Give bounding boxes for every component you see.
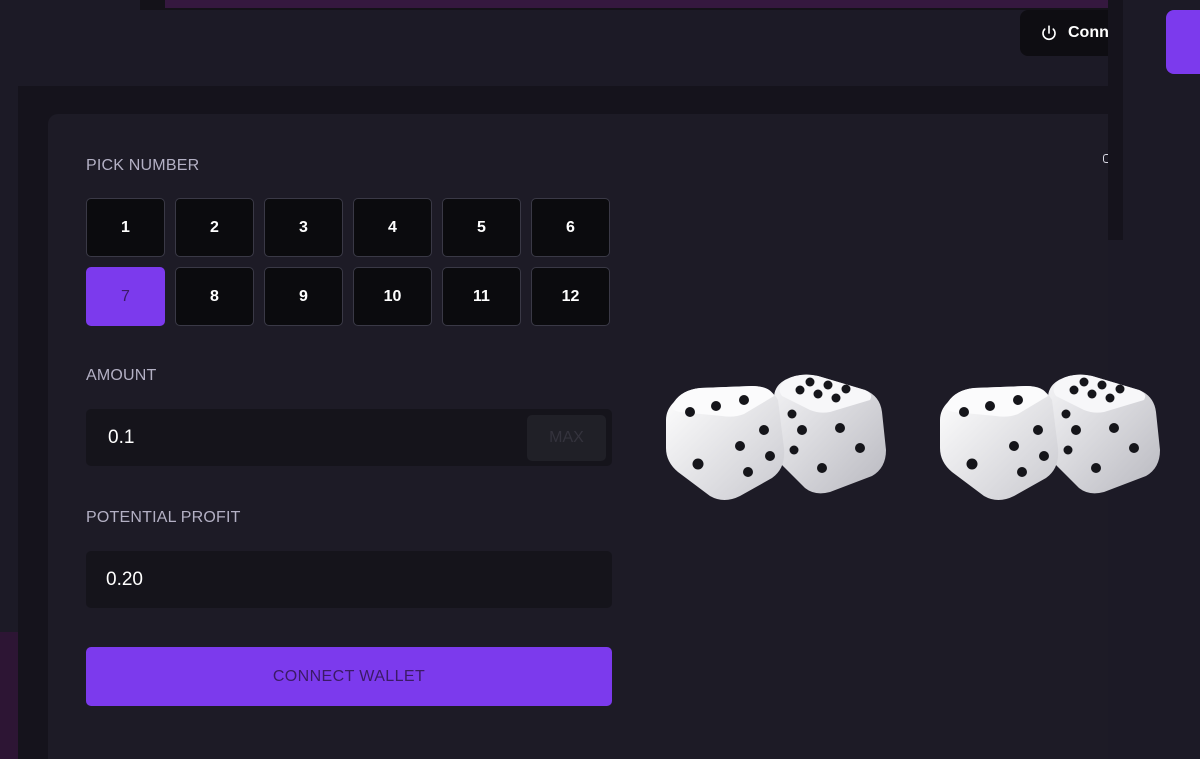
top-strip-accent: [165, 0, 1108, 8]
number-button-3[interactable]: 3: [264, 198, 343, 257]
pick-number-label: PICK NUMBER: [86, 157, 200, 174]
right-panel-edge: [1108, 0, 1123, 240]
left-accent-panel: [0, 632, 18, 759]
amount-input[interactable]: [106, 425, 486, 450]
number-button-11[interactable]: 11: [442, 267, 521, 326]
side-action-button[interactable]: [1166, 10, 1200, 74]
number-button-5[interactable]: 5: [442, 198, 521, 257]
number-button-9[interactable]: 9: [264, 267, 343, 326]
number-button-12[interactable]: 12: [531, 267, 610, 326]
number-button-2[interactable]: 2: [175, 198, 254, 257]
corner-mark: [1103, 154, 1108, 163]
number-button-7[interactable]: 7: [86, 267, 165, 326]
dice-pair-icon: [666, 374, 886, 500]
dice-pair-icon: [940, 374, 1160, 500]
connect-button-label: Conn: [1068, 24, 1108, 41]
number-button-10[interactable]: 10: [353, 267, 432, 326]
number-button-4[interactable]: 4: [353, 198, 432, 257]
potential-profit-value: 0.20: [106, 568, 143, 590]
number-button-1[interactable]: 1: [86, 198, 165, 257]
connect-wallet-button[interactable]: CONNECT WALLET: [86, 647, 612, 706]
number-button-6[interactable]: 6: [531, 198, 610, 257]
power-icon: [1042, 25, 1056, 41]
max-button[interactable]: MAX: [527, 415, 606, 461]
amount-field: MAX: [86, 409, 612, 466]
number-button-8[interactable]: 8: [175, 267, 254, 326]
potential-profit-label: POTENTIAL PROFIT: [86, 509, 241, 526]
number-grid: 1 2 3 4 5 6 7 8 9 10 11 12: [86, 198, 612, 326]
potential-profit-field: 0.20: [86, 551, 612, 608]
amount-label: AMOUNT: [86, 367, 157, 384]
connect-button[interactable]: Conn: [1020, 10, 1108, 56]
